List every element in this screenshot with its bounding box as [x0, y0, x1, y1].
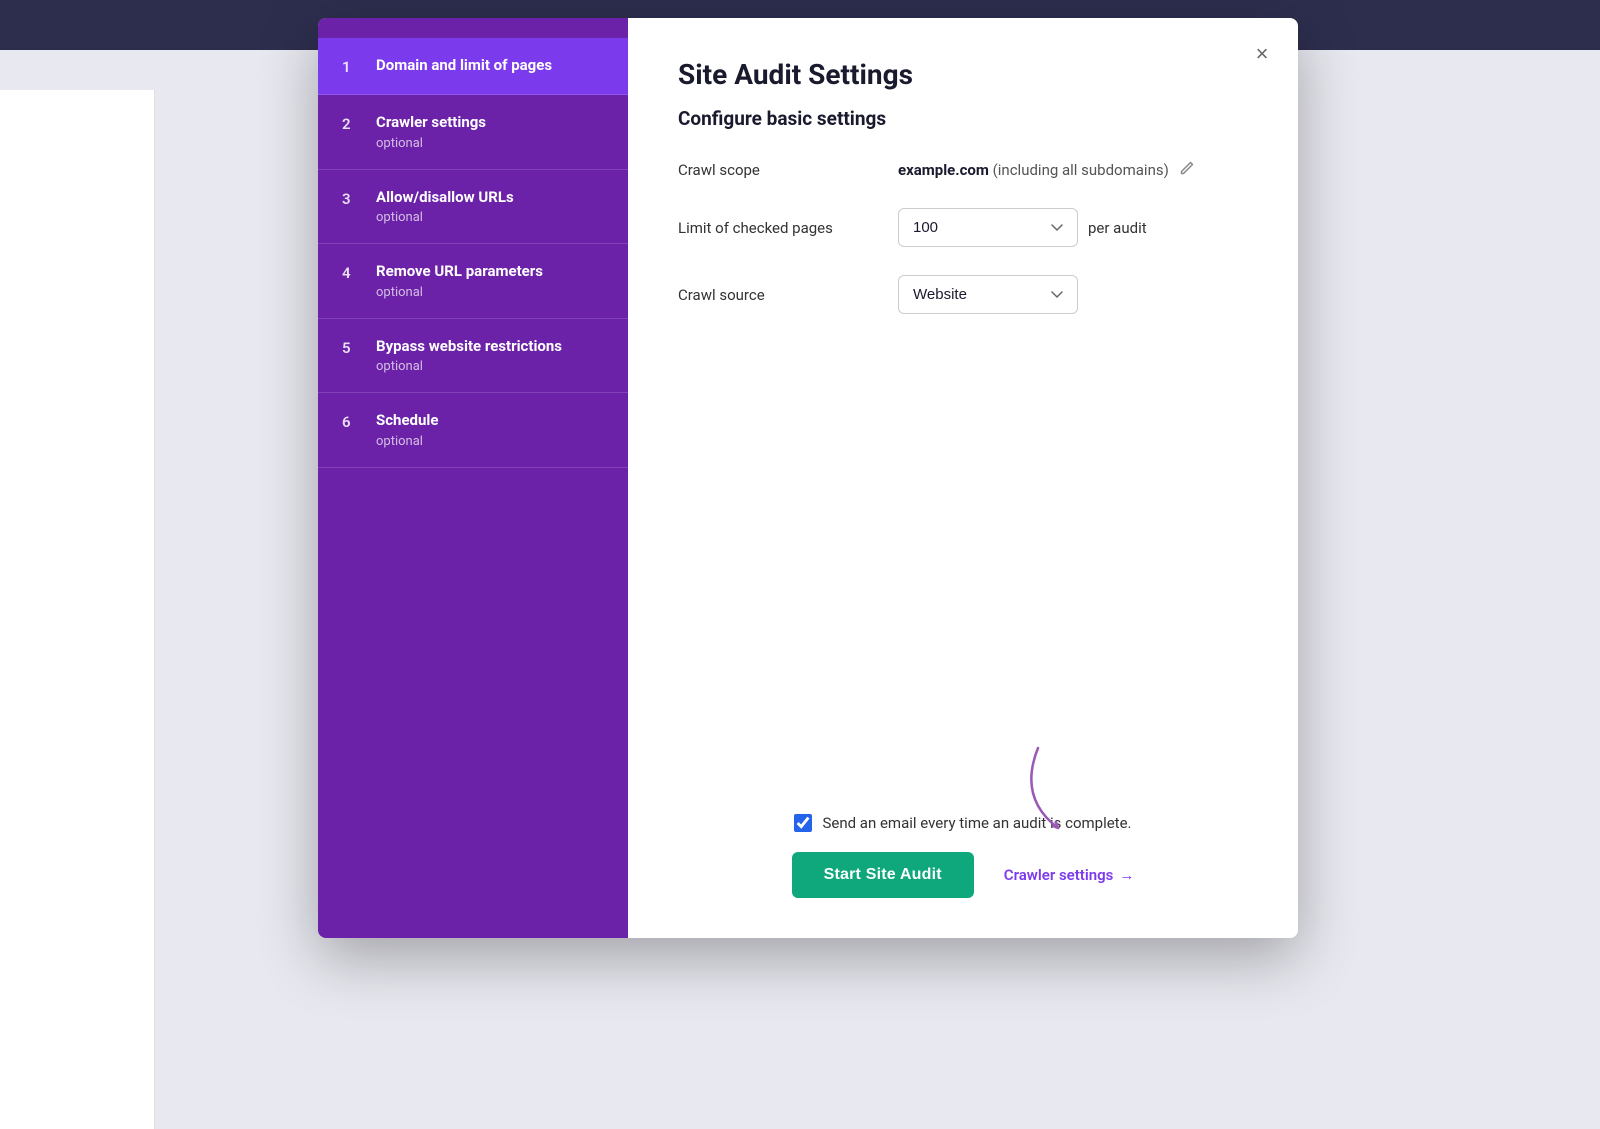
sidebar-item-4[interactable]: 4 Remove URL parameters optional — [318, 244, 628, 319]
limit-value-container: 100 500 1000 5000 10000 per audit — [898, 208, 1147, 247]
sidebar: 1 Domain and limit of pages 2 Crawler se… — [318, 18, 628, 938]
crawl-source-select[interactable]: Website Sitemap Both — [898, 275, 1078, 314]
sidebar-item-4-content: Remove URL parameters optional — [376, 262, 543, 300]
sidebar-item-3-subtitle: optional — [376, 210, 514, 225]
sidebar-item-1[interactable]: 1 Domain and limit of pages — [318, 38, 628, 95]
modal-title: Site Audit Settings — [678, 58, 1248, 91]
actions-row: Start Site Audit Crawler settings → — [678, 852, 1248, 898]
crawl-scope-value-container: example.com (including all subdomains) — [898, 160, 1195, 180]
modal-container: 1 Domain and limit of pages 2 Crawler se… — [318, 18, 1298, 938]
sidebar-item-5-content: Bypass website restrictions optional — [376, 337, 562, 375]
sidebar-item-2-number: 2 — [342, 115, 362, 133]
crawl-scope-row: Crawl scope example.com (including all s… — [678, 160, 1248, 180]
crawl-scope-domain: example.com — [898, 161, 989, 179]
sidebar-item-4-subtitle: optional — [376, 285, 543, 300]
arrow-annotation — [978, 738, 1178, 858]
limit-select[interactable]: 100 500 1000 5000 10000 — [898, 208, 1078, 247]
sidebar-item-2[interactable]: 2 Crawler settings optional — [318, 95, 628, 170]
crawler-settings-arrow-icon: → — [1119, 866, 1134, 884]
sidebar-item-4-number: 4 — [342, 264, 362, 282]
sidebar-item-2-title: Crawler settings — [376, 113, 486, 133]
main-content: × Site Audit Settings Configure basic se… — [628, 18, 1298, 938]
sidebar-item-6-subtitle: optional — [376, 434, 438, 449]
per-audit-label: per audit — [1088, 219, 1147, 237]
sidebar-item-3-number: 3 — [342, 190, 362, 208]
sidebar-item-1-number: 1 — [342, 58, 362, 76]
sidebar-item-5[interactable]: 5 Bypass website restrictions optional — [318, 319, 628, 394]
sidebar-item-6-number: 6 — [342, 413, 362, 431]
crawl-scope-label: Crawl scope — [678, 161, 878, 179]
crawl-scope-suffix: (including all subdomains) — [993, 161, 1169, 179]
sidebar-item-3[interactable]: 3 Allow/disallow URLs optional — [318, 170, 628, 245]
limit-row: Limit of checked pages 100 500 1000 5000… — [678, 208, 1248, 247]
close-button[interactable]: × — [1246, 38, 1278, 70]
email-checkbox-row: Send an email every time an audit is com… — [678, 814, 1248, 832]
sidebar-item-3-title: Allow/disallow URLs — [376, 188, 514, 208]
sidebar-item-2-subtitle: optional — [376, 136, 486, 151]
section-title: Configure basic settings — [678, 107, 1248, 130]
crawler-settings-link[interactable]: Crawler settings → — [1004, 866, 1135, 884]
bg-sidebar — [0, 90, 155, 1129]
sidebar-item-5-title: Bypass website restrictions — [376, 337, 562, 357]
crawl-source-row: Crawl source Website Sitemap Both — [678, 275, 1248, 314]
crawler-settings-link-text: Crawler settings — [1004, 866, 1114, 884]
crawl-source-value-container: Website Sitemap Both — [898, 275, 1078, 314]
email-checkbox-label[interactable]: Send an email every time an audit is com… — [822, 814, 1131, 832]
crawl-source-label: Crawl source — [678, 286, 878, 304]
start-audit-button[interactable]: Start Site Audit — [792, 852, 974, 898]
bottom-area: Send an email every time an audit is com… — [678, 774, 1248, 898]
sidebar-item-1-title: Domain and limit of pages — [376, 56, 552, 76]
crawl-scope-value: example.com (including all subdomains) — [898, 161, 1169, 179]
sidebar-item-5-number: 5 — [342, 339, 362, 357]
sidebar-item-6[interactable]: 6 Schedule optional — [318, 393, 628, 468]
sidebar-item-2-content: Crawler settings optional — [376, 113, 486, 151]
edit-icon[interactable] — [1179, 160, 1195, 180]
sidebar-item-5-subtitle: optional — [376, 359, 562, 374]
sidebar-item-3-content: Allow/disallow URLs optional — [376, 188, 514, 226]
email-checkbox[interactable] — [794, 814, 812, 832]
limit-label: Limit of checked pages — [678, 219, 878, 237]
sidebar-item-6-content: Schedule optional — [376, 411, 438, 449]
sidebar-item-6-title: Schedule — [376, 411, 438, 431]
sidebar-item-4-title: Remove URL parameters — [376, 262, 543, 282]
sidebar-item-1-content: Domain and limit of pages — [376, 56, 552, 76]
